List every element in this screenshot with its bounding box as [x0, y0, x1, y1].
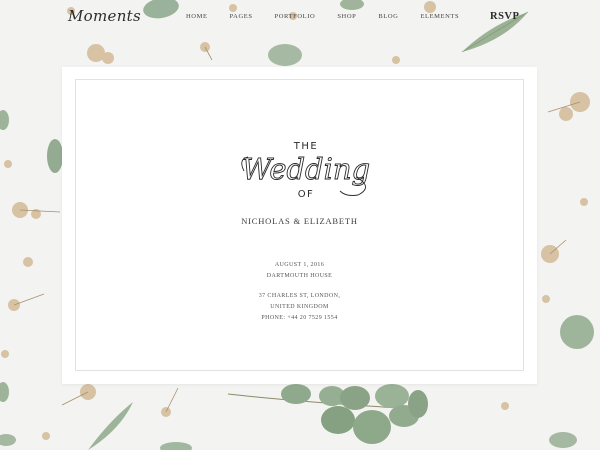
nav-home[interactable]: HOME — [186, 13, 208, 20]
nav-shop[interactable]: SHOP — [337, 13, 356, 20]
event-venue: DARTMOUTH HOUSE — [266, 273, 333, 279]
nav-pages[interactable]: PAGES — [230, 13, 253, 20]
title-of: OF — [298, 189, 315, 200]
address-line-1: 37 CHARLES ST, LONDON, — [258, 293, 341, 299]
wedding-title-lettering: THE Wedding OF — [241, 141, 371, 200]
address-line-2: UNITED KINGDOM — [270, 304, 329, 310]
couple-names: NICHOLAS & ELIZABETH — [241, 216, 358, 226]
title-the: THE — [293, 141, 318, 152]
nav-elements[interactable]: ELEMENTS — [420, 13, 459, 20]
invitation-card: THE Wedding OF NICHOLAS & ELIZABETH AUGU… — [62, 67, 537, 384]
card-border-frame: THE Wedding OF NICHOLAS & ELIZABETH AUGU… — [75, 79, 524, 371]
main-nav: HOME PAGES PORTFOLIO SHOP BLOG ELEMENTS — [186, 13, 481, 20]
title-wedding: Wedding — [242, 152, 370, 186]
nav-blog[interactable]: BLOG — [378, 13, 398, 20]
rsvp-button[interactable]: RSVP — [490, 11, 519, 22]
brand-logo[interactable]: Moments — [68, 7, 141, 25]
nav-portfolio[interactable]: PORTFOLIO — [275, 13, 316, 20]
event-details: AUGUST 1, 2016 DARTMOUTH HOUSE 37 CHARLE… — [76, 260, 523, 324]
site-header: Moments HOME PAGES PORTFOLIO SHOP BLOG E… — [0, 0, 600, 36]
phone-number[interactable]: PHONE: +44 20 7529 1554 — [76, 313, 523, 324]
event-date: AUGUST 1, 2016 — [274, 262, 325, 268]
